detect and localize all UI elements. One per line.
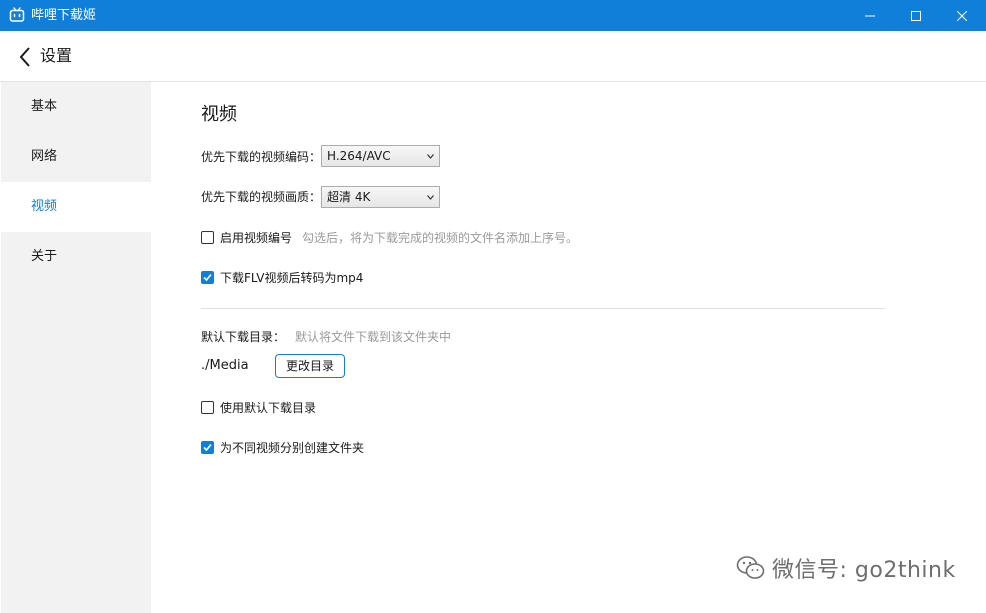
watermark-text: 微信号: go2think: [772, 558, 956, 583]
quality-label: 优先下载的视频画质：: [201, 190, 322, 204]
download-dir-path: ./Media: [201, 358, 249, 373]
download-dir-label: 默认下载目录：: [201, 330, 286, 344]
minimize-icon: [865, 15, 875, 16]
use-default-dir-label[interactable]: 使用默认下载目录: [220, 400, 316, 416]
maximize-icon: [911, 10, 921, 21]
codec-label: 优先下载的视频编码：: [201, 150, 322, 164]
sidebar-item-network[interactable]: 网络: [1, 132, 151, 182]
title-bar: 哔哩下载姬: [0, 0, 986, 31]
checkmark-icon: [203, 443, 212, 452]
window-title: 哔哩下载姬: [31, 8, 97, 23]
checkmark-icon: [203, 273, 212, 282]
quality-select[interactable]: 超清 4K: [321, 186, 440, 208]
sidebar-item-basic[interactable]: 基本: [1, 82, 151, 132]
flv-to-mp4-label[interactable]: 下载FLV视频后转码为mp4: [220, 270, 363, 286]
maximize-button[interactable]: [893, 0, 939, 31]
page-header: 设置: [0, 31, 986, 82]
back-button[interactable]: [14, 44, 36, 70]
sidebar-item-about[interactable]: 关于: [1, 232, 151, 282]
section-title: 视频: [201, 104, 237, 125]
codec-select[interactable]: H.264/AVC: [321, 145, 440, 167]
quality-select-value: 超清 4K: [327, 190, 371, 204]
numbering-checkbox[interactable]: [201, 231, 214, 244]
chevron-left-icon: [19, 47, 30, 67]
use-default-dir-checkbox[interactable]: [201, 401, 214, 414]
settings-content: 视频 优先下载的视频编码： H.264/AVC 优先下载的视频画质： 超清 4K…: [151, 82, 986, 613]
chevron-down-icon: [427, 195, 434, 200]
close-icon: [957, 10, 967, 21]
chevron-down-icon: [427, 154, 434, 159]
sidebar-item-video[interactable]: 视频: [1, 182, 151, 232]
page-title: 设置: [40, 46, 73, 65]
separate-folders-checkbox[interactable]: [201, 441, 214, 454]
section-divider: [201, 308, 885, 309]
numbering-hint: 勾选后，将为下载完成的视频的文件名添加上序号。: [302, 231, 579, 245]
wechat-watermark: 微信号: go2think: [736, 553, 956, 583]
settings-sidebar: 基本 网络 视频 关于: [1, 82, 151, 613]
tv-app-icon: [9, 7, 25, 22]
close-button[interactable]: [939, 0, 985, 31]
minimize-button[interactable]: [847, 0, 893, 31]
change-dir-button[interactable]: 更改目录: [275, 354, 345, 378]
download-dir-hint: 默认将文件下载到该文件夹中: [295, 330, 452, 344]
wechat-icon: [736, 556, 765, 579]
numbering-label[interactable]: 启用视频编号: [220, 230, 292, 246]
codec-select-value: H.264/AVC: [327, 149, 391, 163]
flv-to-mp4-checkbox[interactable]: [201, 271, 214, 284]
separate-folders-label[interactable]: 为不同视频分别创建文件夹: [220, 440, 364, 456]
